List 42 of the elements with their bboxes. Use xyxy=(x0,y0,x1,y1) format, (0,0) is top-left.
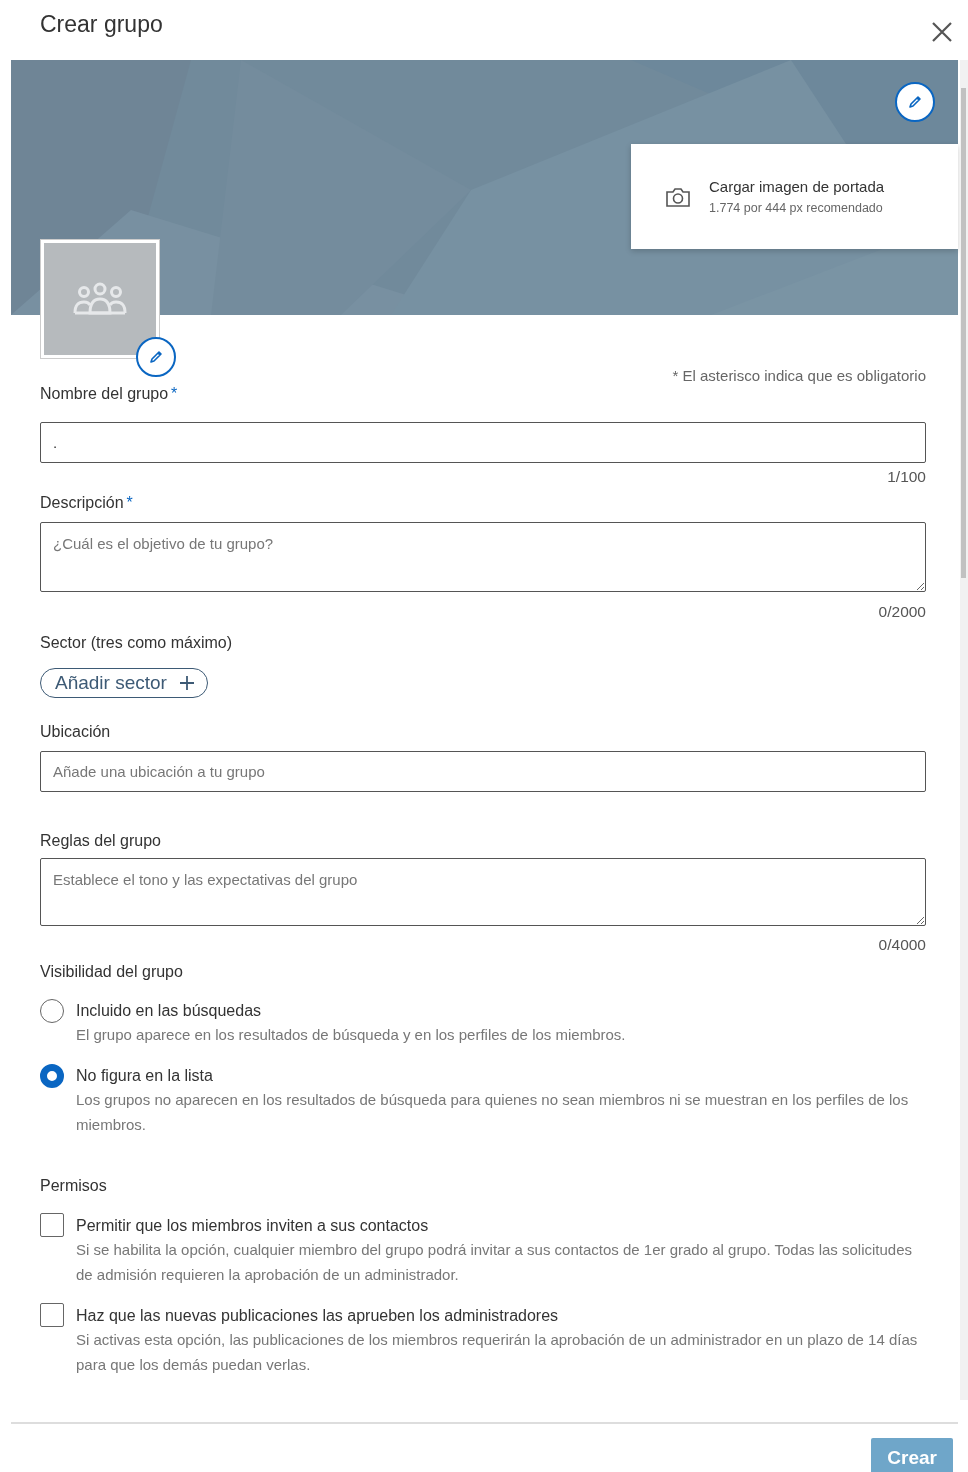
pencil-icon xyxy=(907,94,923,110)
group-icon xyxy=(72,281,128,317)
radio-button[interactable] xyxy=(40,1064,64,1088)
field-label: Sector (tres como máximo) xyxy=(40,634,233,651)
char-counter: 1/100 xyxy=(887,468,926,485)
upload-menu[interactable]: Cargar imagen de portada 1.774 por 444 px recomendado xyxy=(631,144,958,249)
description-field[interactable]: ¿Cuál es el objetivo de tu grupo? xyxy=(40,522,926,592)
section-label: Visibilidad del grupo xyxy=(40,963,183,980)
checkbox[interactable] xyxy=(40,1303,64,1327)
option-description: Si se habilita la opción, cualquier miembro del grupo podrá invitar a sus contactos de 1er grado al grupo. Todas las solicitudes de admisión requieren la aprobación de un administrador. xyxy=(76,1240,914,1285)
field-label: Descripción xyxy=(40,494,124,511)
char-counter: 0/2000 xyxy=(878,603,926,620)
menu-item-label: Cargar imagen de portada xyxy=(709,178,885,195)
location-field[interactable]: Añade una ubicación a tu grupo xyxy=(40,751,926,792)
option-label: Haz que las nuevas publicaciones las aprueben los administradores xyxy=(76,1307,560,1325)
field-label: Ubicación xyxy=(40,723,111,740)
option-label: Incluido en las búsquedas xyxy=(76,1002,263,1020)
close-icon[interactable] xyxy=(930,20,954,44)
add-sector-button[interactable]: Añadir sector xyxy=(40,668,208,698)
option-label: Permitir que los miembros inviten a sus contactos xyxy=(76,1217,430,1235)
option-description: Los grupos no aparecen en los resultados de búsqueda para quienes no sean miembros ni se muestran en los perfiles de los miembros. xyxy=(76,1090,910,1135)
dialog-title: Crear grupo xyxy=(40,11,163,38)
required-mark: * xyxy=(171,385,178,402)
menu-item-hint: 1.774 por 444 px recomendado xyxy=(709,201,884,215)
group-name-field[interactable]: . xyxy=(40,422,926,463)
char-counter: 0/4000 xyxy=(878,936,926,953)
rules-field[interactable]: Establece el tono y las expectativas del grupo xyxy=(40,858,926,926)
field-label: Reglas del grupo xyxy=(40,832,161,849)
camera-icon xyxy=(665,185,691,208)
option-description: El grupo aparece en los resultados de búsqueda y en los perfiles de los miembros. xyxy=(76,1025,626,1045)
required-mark: * xyxy=(126,494,133,511)
field-label: Nombre del grupo xyxy=(40,385,169,402)
edit-button[interactable] xyxy=(136,337,176,377)
pencil-icon xyxy=(148,349,164,365)
section-label: Permisos xyxy=(40,1177,107,1194)
option-label: No figura en la lista xyxy=(76,1067,214,1085)
checkbox[interactable] xyxy=(40,1213,64,1237)
plus-icon xyxy=(178,675,195,691)
option-description: Si activas esta opción, las publicaciones de los miembros requerirán la aprobación de un administrador en un plazo de 14 días para que los demás puedan verlas. xyxy=(76,1330,919,1375)
radio-button[interactable] xyxy=(40,999,64,1023)
required-note: * El asterisco indica que es obligatorio xyxy=(672,367,926,384)
scrollbar[interactable] xyxy=(960,60,968,1400)
